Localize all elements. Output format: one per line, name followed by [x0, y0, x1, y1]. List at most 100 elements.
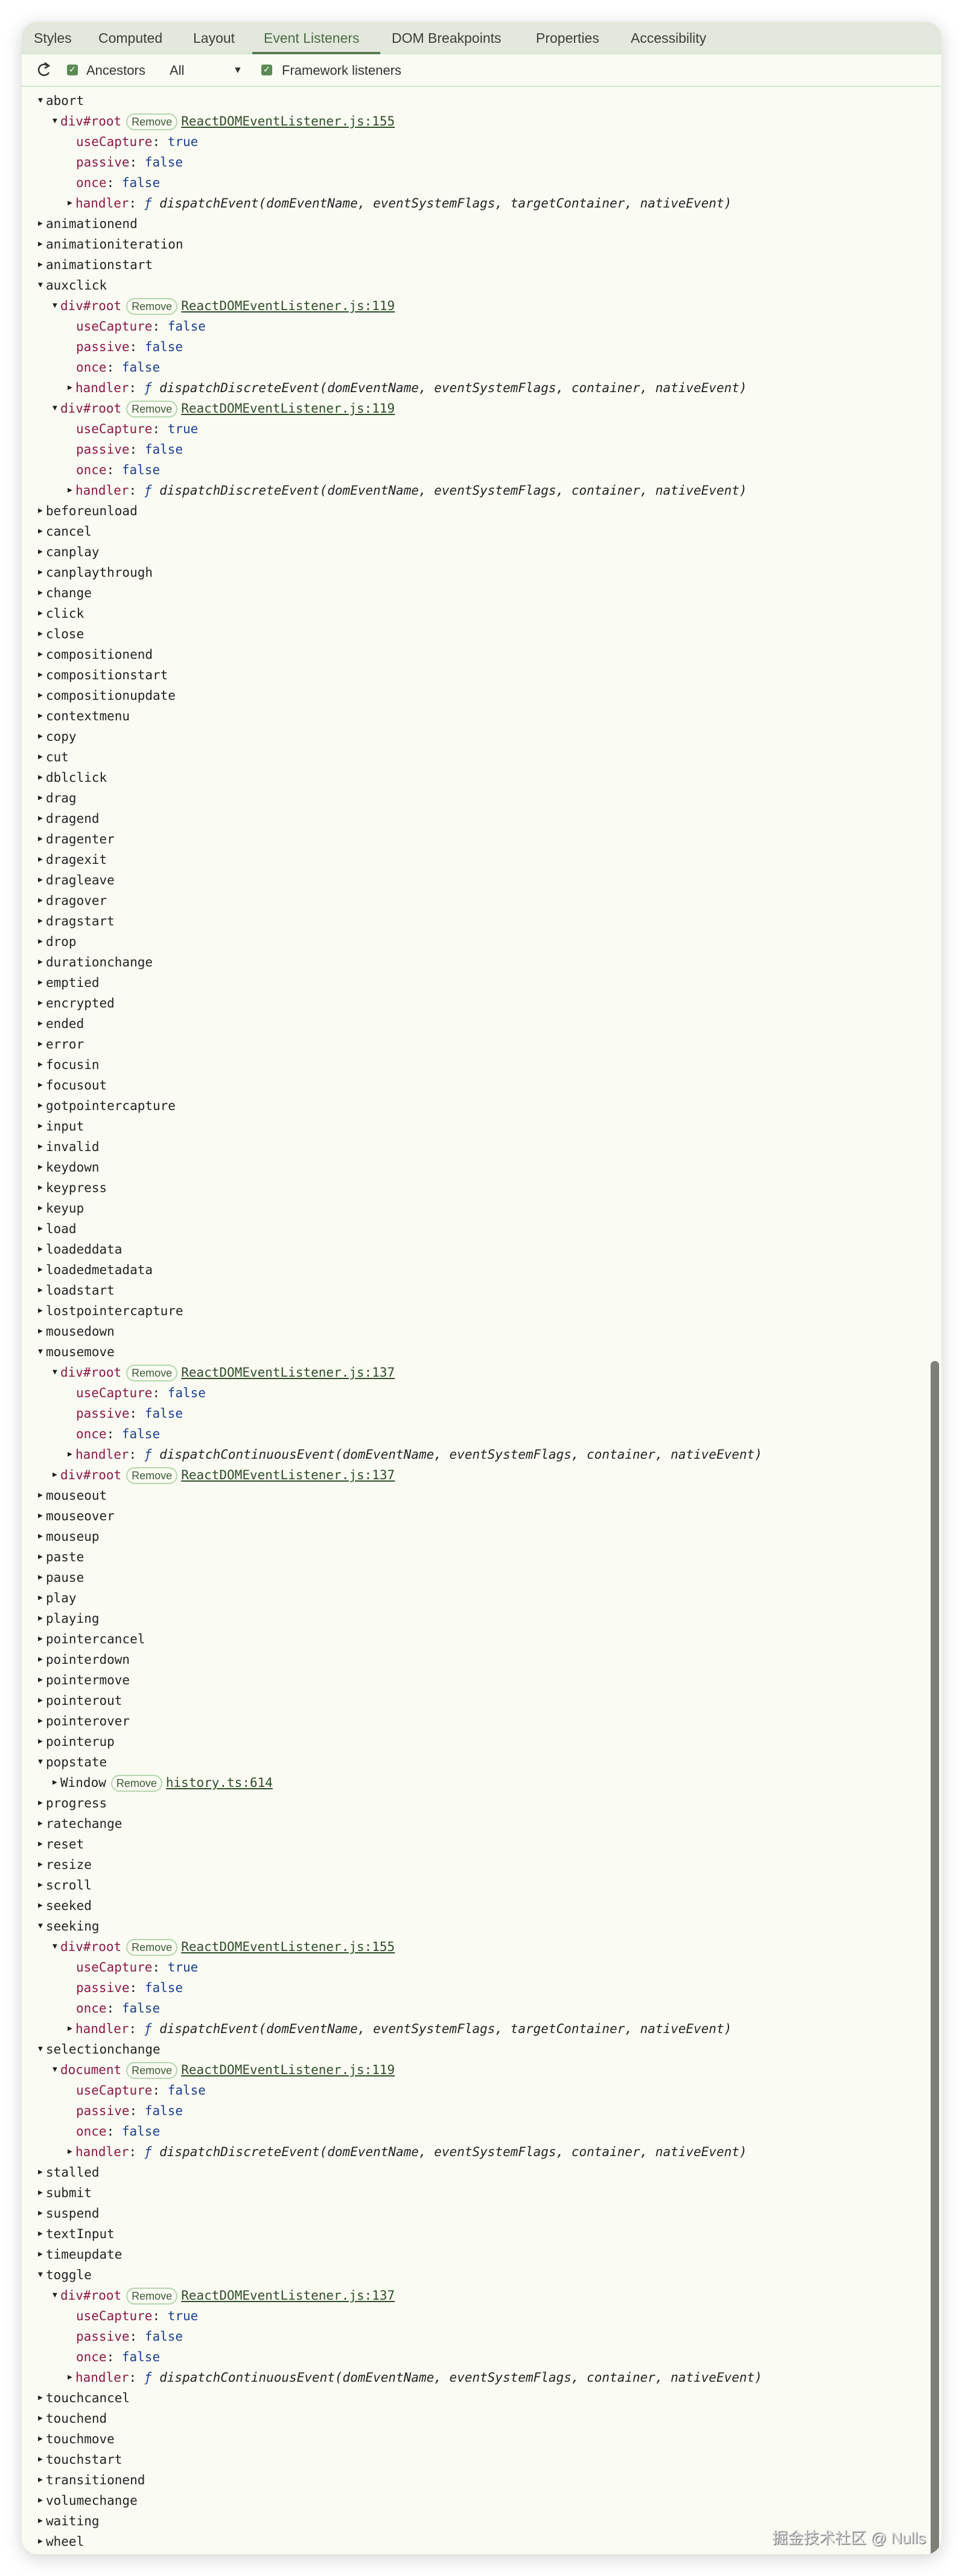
collapsed-triangle-icon[interactable]: ▶ — [38, 2183, 46, 2203]
collapsed-triangle-icon[interactable]: ▶ — [53, 1772, 60, 1793]
event-row[interactable]: ▶ encrypted — [22, 993, 941, 1014]
source-link[interactable]: ReactDOMEventListener.js:119 — [181, 401, 395, 416]
source-link[interactable]: history.ts:614 — [166, 1775, 273, 1790]
collapsed-triangle-icon[interactable]: ▶ — [38, 1670, 46, 1690]
tab-styles[interactable]: Styles — [34, 22, 72, 53]
collapsed-triangle-icon[interactable]: ▶ — [38, 583, 46, 603]
event-row[interactable]: ▶ paste — [22, 1547, 941, 1567]
event-row[interactable]: ▶ touchstart — [22, 2449, 941, 2470]
event-row[interactable]: ▶ invalid — [22, 1137, 941, 1157]
collapsed-triangle-icon[interactable]: ▶ — [38, 1506, 46, 1526]
collapsed-triangle-icon[interactable]: ▶ — [68, 480, 75, 501]
source-link[interactable]: ReactDOMEventListener.js:155 — [181, 1940, 395, 1954]
collapsed-triangle-icon[interactable]: ▶ — [38, 1055, 46, 1075]
event-row[interactable]: ▶ playing — [22, 1608, 941, 1629]
expanded-triangle-icon[interactable]: ▼ — [38, 2265, 46, 2285]
event-row[interactable]: ▶ suspend — [22, 2203, 941, 2224]
event-row[interactable]: ▶ pointermove — [22, 1670, 941, 1690]
event-row[interactable]: ▶ mousedown — [22, 1321, 941, 1342]
expanded-triangle-icon[interactable]: ▼ — [53, 1362, 60, 1383]
collapsed-triangle-icon[interactable]: ▶ — [38, 1567, 46, 1588]
expanded-triangle-icon[interactable]: ▼ — [38, 1342, 46, 1362]
event-row[interactable]: ▶ timeupdate — [22, 2244, 941, 2265]
collapsed-triangle-icon[interactable]: ▶ — [38, 603, 46, 624]
event-row[interactable]: ▼ abort — [22, 90, 941, 111]
collapsed-triangle-icon[interactable]: ▶ — [38, 2244, 46, 2265]
handler-row[interactable]: ▶ handler: ƒ dispatchEvent(domEventName, … — [22, 193, 941, 214]
tab-dom-breakpoints[interactable]: DOM Breakpoints — [392, 22, 502, 53]
handler-row[interactable]: ▶ handler: ƒ dispatchDiscreteEvent(domEve… — [22, 378, 941, 398]
event-row[interactable]: ▶ focusout — [22, 1075, 941, 1096]
refresh-icon[interactable] — [36, 54, 52, 86]
event-row[interactable]: ▼ auxclick — [22, 275, 941, 296]
collapsed-triangle-icon[interactable]: ▶ — [38, 1731, 46, 1752]
event-row[interactable]: ▶ canplay — [22, 542, 941, 562]
source-link[interactable]: ReactDOMEventListener.js:119 — [181, 299, 395, 313]
event-row[interactable]: ▶ dragend — [22, 808, 941, 829]
collapsed-triangle-icon[interactable]: ▶ — [38, 2162, 46, 2183]
collapsed-triangle-icon[interactable]: ▶ — [38, 2224, 46, 2244]
collapsed-triangle-icon[interactable]: ▶ — [38, 1014, 46, 1034]
handler-row[interactable]: ▶ handler: ƒ dispatchDiscreteEvent(domEve… — [22, 480, 941, 501]
collapsed-triangle-icon[interactable]: ▶ — [38, 1875, 46, 1896]
event-row[interactable]: ▶ pointerup — [22, 1731, 941, 1752]
expanded-triangle-icon[interactable]: ▼ — [38, 90, 46, 111]
event-row[interactable]: ▶ keydown — [22, 1157, 941, 1178]
collapsed-triangle-icon[interactable]: ▶ — [38, 1485, 46, 1506]
collapsed-triangle-icon[interactable]: ▶ — [38, 726, 46, 747]
collapsed-triangle-icon[interactable]: ▶ — [38, 501, 46, 521]
listener-row[interactable]: ▶ div#root Remove ReactDOMEventListener.js:… — [22, 1465, 941, 1485]
collapsed-triangle-icon[interactable]: ▶ — [38, 1137, 46, 1157]
collapsed-triangle-icon[interactable]: ▶ — [38, 1711, 46, 1731]
collapsed-triangle-icon[interactable]: ▶ — [38, 952, 46, 972]
listener-row[interactable]: ▼ div#root Remove ReactDOMEventListener.js:… — [22, 1362, 941, 1383]
collapsed-triangle-icon[interactable]: ▶ — [68, 1444, 75, 1465]
collapsed-triangle-icon[interactable]: ▶ — [38, 747, 46, 767]
collapsed-triangle-icon[interactable]: ▶ — [38, 1547, 46, 1567]
event-row[interactable]: ▶ compositionstart — [22, 665, 941, 685]
listener-row[interactable]: ▼ div#root Remove ReactDOMEventListener.js:… — [22, 111, 941, 132]
framework-listeners-checkbox[interactable]: ✓ — [261, 65, 272, 75]
tab-event-listeners[interactable]: Event Listeners — [264, 22, 360, 53]
expanded-triangle-icon[interactable]: ▼ — [38, 1752, 46, 1772]
collapsed-triangle-icon[interactable]: ▶ — [38, 2429, 46, 2449]
event-row[interactable]: ▶ focusin — [22, 1055, 941, 1075]
collapsed-triangle-icon[interactable]: ▶ — [38, 255, 46, 275]
expanded-triangle-icon[interactable]: ▼ — [38, 2039, 46, 2060]
collapsed-triangle-icon[interactable]: ▶ — [38, 1260, 46, 1280]
collapsed-triangle-icon[interactable]: ▶ — [38, 2449, 46, 2470]
collapsed-triangle-icon[interactable]: ▶ — [38, 1854, 46, 1875]
remove-button[interactable]: Remove — [126, 1939, 178, 1956]
collapsed-triangle-icon[interactable]: ▶ — [68, 2019, 75, 2039]
collapsed-triangle-icon[interactable]: ▶ — [38, 1075, 46, 1096]
collapsed-triangle-icon[interactable]: ▶ — [38, 1219, 46, 1239]
collapsed-triangle-icon[interactable]: ▶ — [38, 2531, 46, 2552]
collapsed-triangle-icon[interactable]: ▶ — [38, 521, 46, 542]
listener-row[interactable]: ▶ Window Remove history.ts:614 — [22, 1772, 941, 1793]
event-row[interactable]: ▶ reset — [22, 1834, 941, 1854]
expanded-triangle-icon[interactable]: ▼ — [38, 275, 46, 296]
event-row[interactable]: ▶ dragstart — [22, 911, 941, 931]
collapsed-triangle-icon[interactable]: ▶ — [38, 2490, 46, 2511]
handler-row[interactable]: ▶ handler: ƒ dispatchDiscreteEvent(domEve… — [22, 2142, 941, 2162]
source-link[interactable]: ReactDOMEventListener.js:137 — [181, 1365, 395, 1380]
event-row[interactable]: ▶ load — [22, 1219, 941, 1239]
collapsed-triangle-icon[interactable]: ▶ — [38, 808, 46, 829]
collapsed-triangle-icon[interactable]: ▶ — [53, 1465, 60, 1485]
collapsed-triangle-icon[interactable]: ▶ — [38, 1096, 46, 1116]
expanded-triangle-icon[interactable]: ▼ — [53, 111, 60, 132]
collapsed-triangle-icon[interactable]: ▶ — [38, 1588, 46, 1608]
event-row[interactable]: ▶ pointerout — [22, 1690, 941, 1711]
event-row[interactable]: ▶ input — [22, 1116, 941, 1137]
event-row[interactable]: ▶ mouseout — [22, 1485, 941, 1506]
event-row[interactable]: ▶ durationchange — [22, 952, 941, 972]
expanded-triangle-icon[interactable]: ▼ — [53, 398, 60, 419]
event-row[interactable]: ▼ selectionchange — [22, 2039, 941, 2060]
collapsed-triangle-icon[interactable]: ▶ — [38, 214, 46, 234]
event-row[interactable]: ▼ mousemove — [22, 1342, 941, 1362]
remove-button[interactable]: Remove — [126, 401, 178, 417]
event-row[interactable]: ▶ play — [22, 1588, 941, 1608]
collapsed-triangle-icon[interactable]: ▶ — [38, 972, 46, 993]
event-row[interactable]: ▼ seeking — [22, 1916, 941, 1937]
collapsed-triangle-icon[interactable]: ▶ — [38, 849, 46, 870]
